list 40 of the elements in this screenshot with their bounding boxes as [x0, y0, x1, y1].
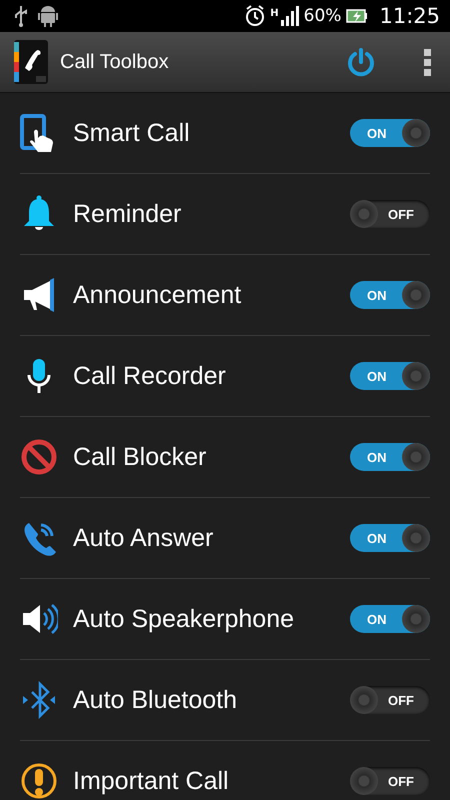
toggle-switch[interactable]: OFF — [350, 200, 430, 228]
feature-row[interactable]: Auto Bluetooth OFF — [20, 660, 430, 741]
prohibition-icon — [20, 438, 58, 476]
clock-time: 11:25 — [379, 4, 440, 28]
feature-row[interactable]: Reminder OFF — [20, 174, 430, 255]
feature-label: Smart Call — [73, 118, 191, 148]
battery-charging-icon — [346, 8, 368, 24]
feature-label: Auto Answer — [73, 524, 214, 552]
toggle-switch[interactable]: ON — [350, 362, 430, 390]
toggle-switch[interactable]: ON — [350, 605, 430, 633]
feature-row[interactable]: Call Blocker ON — [20, 417, 430, 498]
toggle-switch[interactable]: ON — [350, 119, 430, 147]
feature-row[interactable]: Call Recorder ON — [20, 336, 430, 417]
feature-row[interactable]: Important Call OFF — [20, 741, 430, 800]
feature-row[interactable]: Announcement ON — [20, 255, 430, 336]
signal-icon — [280, 6, 299, 26]
feature-label: Call Blocker — [73, 442, 208, 472]
toggle-switch[interactable]: ON — [350, 524, 430, 552]
battery-percent: 60% — [304, 6, 342, 26]
bluetooth-icon — [20, 681, 58, 719]
feature-label: Auto Speakerphone — [73, 604, 296, 634]
feature-label: Announcement — [73, 280, 242, 310]
toggle-switch[interactable]: OFF — [350, 686, 430, 714]
toggle-switch[interactable]: OFF — [350, 767, 430, 795]
feature-label: Important Call — [73, 766, 230, 796]
toggle-switch[interactable]: ON — [350, 443, 430, 471]
alarm-clock-icon — [245, 5, 266, 27]
feature-label: Auto Bluetooth — [73, 686, 238, 714]
exclamation-icon — [20, 762, 58, 800]
toggle-switch[interactable]: ON — [350, 281, 430, 309]
android-icon — [38, 5, 58, 27]
usb-icon — [14, 5, 28, 27]
feature-row[interactable]: Auto Answer ON — [20, 498, 430, 579]
feature-label: Call Recorder — [73, 362, 227, 390]
feature-label: Reminder — [73, 200, 182, 228]
app-title: Call Toolbox — [60, 50, 169, 74]
network-type: H — [270, 8, 279, 19]
feature-row[interactable]: Auto Speakerphone ON — [20, 579, 430, 660]
feature-row[interactable]: Smart Call ON — [20, 93, 430, 174]
app-logo-icon — [14, 40, 48, 84]
